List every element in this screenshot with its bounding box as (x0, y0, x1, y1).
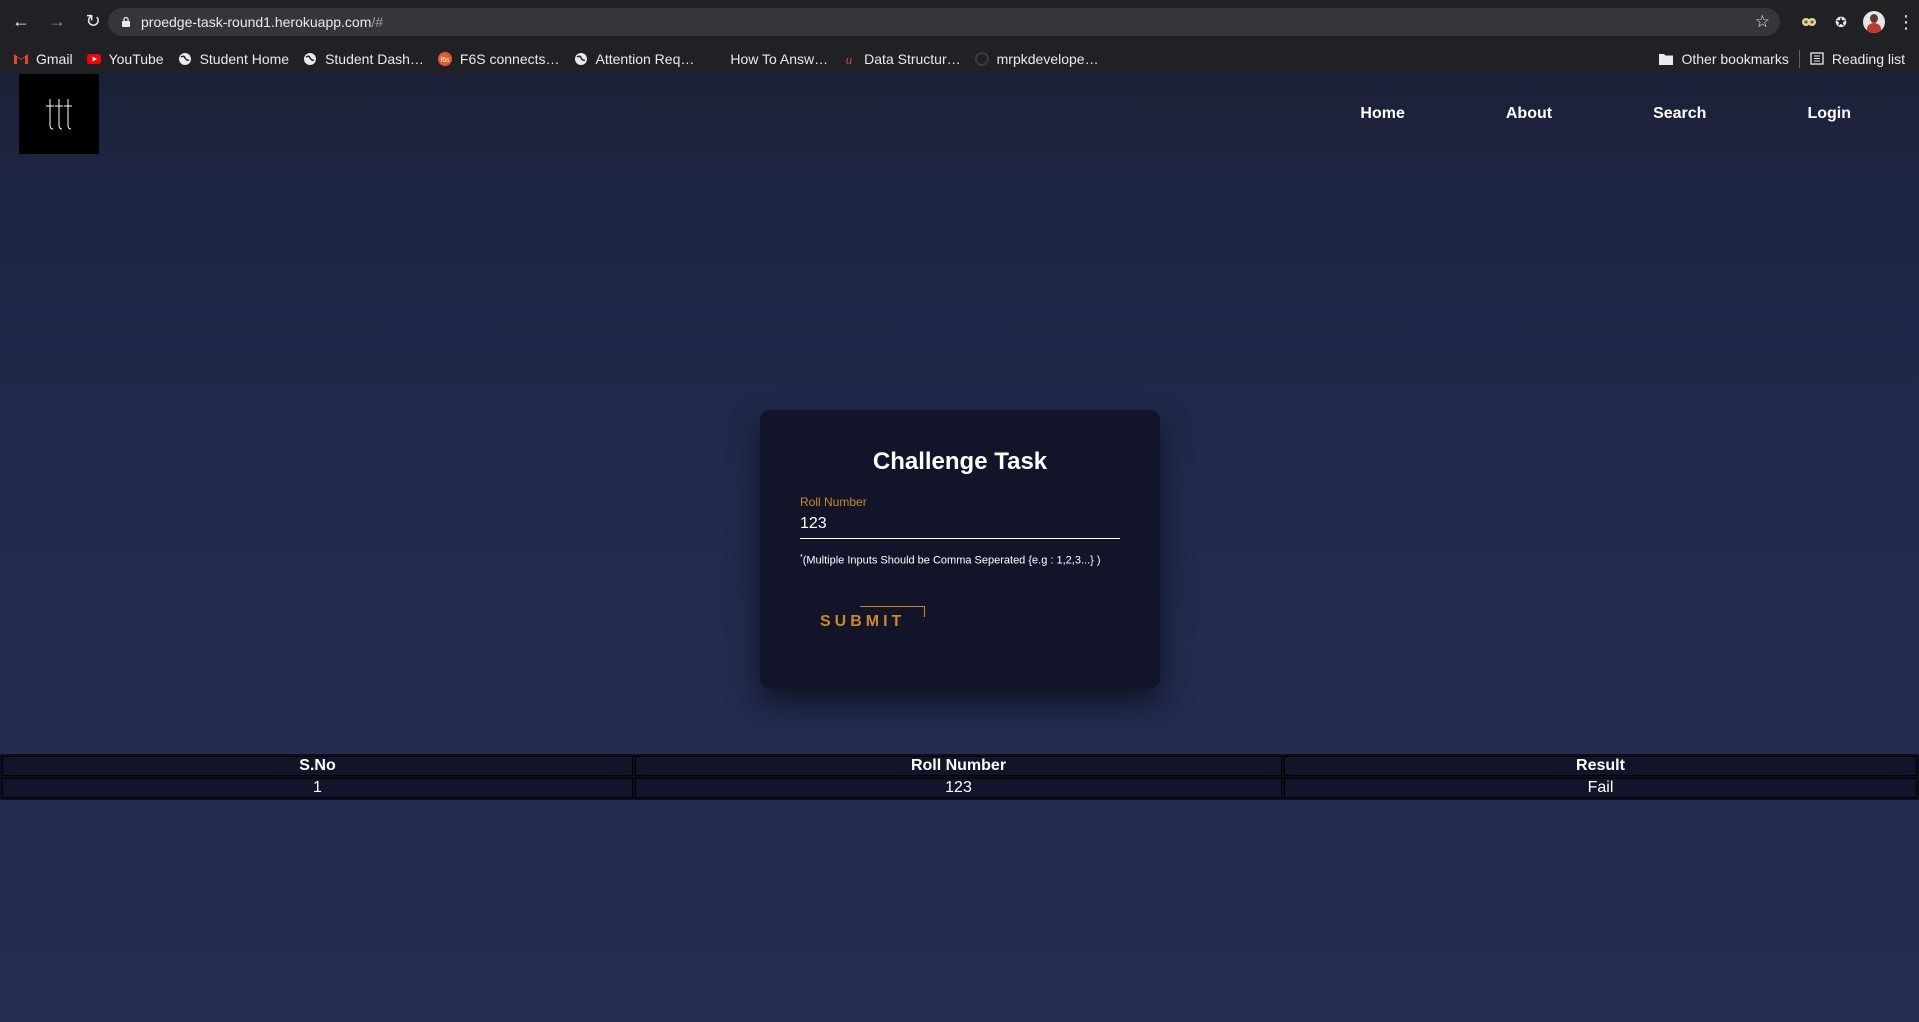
youtube-icon (86, 52, 101, 66)
header-sno: S.No (2, 756, 633, 776)
nav-login[interactable]: Login (1807, 105, 1851, 123)
site-logo[interactable] (19, 74, 99, 154)
bookmark-separator (1798, 49, 1800, 68)
page: Home About Search Login Challenge Task R… (0, 74, 1919, 1022)
svg-text:u: u (846, 52, 853, 66)
svg-text:f6s: f6s (440, 57, 450, 64)
main-nav: Home About Search Login (1360, 74, 1919, 154)
nav-about[interactable]: About (1506, 105, 1552, 123)
address-bar[interactable]: proedge-task-round1.herokuapp.com/# ☆ (108, 8, 1780, 36)
globe-icon (303, 52, 317, 66)
url-text: proedge-task-round1.herokuapp.com/# (141, 14, 384, 30)
header-roll-number: Roll Number (635, 756, 1282, 776)
gmail-icon (14, 52, 28, 66)
form-title: Challenge Task (872, 448, 1048, 475)
reading-list[interactable]: Reading list (1810, 51, 1905, 67)
other-bookmarks[interactable]: Other bookmarks (1659, 51, 1789, 67)
challenge-form-card: Challenge Task Roll Number *(Multiple In… (760, 410, 1160, 688)
roll-number-label: Roll Number (800, 495, 867, 509)
site-header: Home About Search Login (0, 74, 1919, 170)
globe-icon (178, 52, 192, 66)
menu-icon[interactable]: ⋮ (1897, 12, 1915, 33)
folder-icon (1659, 52, 1674, 66)
input-hint: *(Multiple Inputs Should be Comma Sepera… (800, 554, 1101, 567)
bookmarks-bar: Gmail YouTube Student Home Student Dash…… (0, 43, 1919, 75)
submit-button[interactable]: SUBMIT (800, 604, 940, 640)
bookmark-attention[interactable]: Attention Req… (574, 51, 694, 67)
bookmark-star-icon[interactable]: ☆ (1755, 12, 1770, 32)
bookmark-data-structures[interactable]: u Data Structur… (842, 51, 961, 67)
f6s-icon: f6s (437, 51, 452, 66)
lock-icon (122, 16, 130, 27)
back-icon[interactable]: ← (6, 7, 36, 37)
logo-mark-icon (46, 99, 72, 130)
profile-avatar[interactable] (1863, 11, 1885, 33)
results-table: S.No Roll Number Result 1 123 Fail (0, 754, 1919, 800)
header-result: Result (1284, 756, 1917, 776)
nav-home[interactable]: Home (1360, 105, 1404, 123)
puzzle-icon[interactable]: ✪ (1831, 12, 1851, 32)
bookmark-student-home[interactable]: Student Home (178, 51, 289, 67)
bookmark-github[interactable]: mrpkdevelope… (974, 51, 1099, 67)
bookmark-student-dash[interactable]: Student Dash… (303, 51, 424, 67)
nav-search[interactable]: Search (1653, 105, 1706, 123)
cell-result: Fail (1284, 778, 1917, 798)
bookmark-f6s[interactable]: f6s F6S connects… (437, 51, 560, 67)
table-header-row: S.No Roll Number Result (2, 756, 1917, 776)
globe-icon (574, 52, 588, 66)
github-icon (974, 51, 989, 66)
cell-roll-number: 123 (635, 778, 1282, 798)
cell-sno: 1 (2, 778, 633, 798)
bookmark-how-to-answer[interactable]: How To Answ… (708, 51, 828, 67)
roll-number-input[interactable] (800, 510, 1120, 539)
bookmark-gmail[interactable]: Gmail (14, 51, 73, 67)
forward-icon[interactable]: → (42, 7, 72, 37)
bookmark-youtube[interactable]: YouTube (86, 51, 164, 67)
browser-toolbar: ← → ↻ proedge-task-round1.herokuapp.com/… (0, 0, 1919, 43)
moon-icon (708, 52, 722, 66)
reload-icon[interactable]: ↻ (78, 7, 108, 37)
table-row: 1 123 Fail (2, 778, 1917, 798)
extension-eyes-icon[interactable] (1799, 12, 1819, 32)
udemy-icon: u (842, 52, 856, 66)
reading-list-icon (1810, 52, 1824, 66)
